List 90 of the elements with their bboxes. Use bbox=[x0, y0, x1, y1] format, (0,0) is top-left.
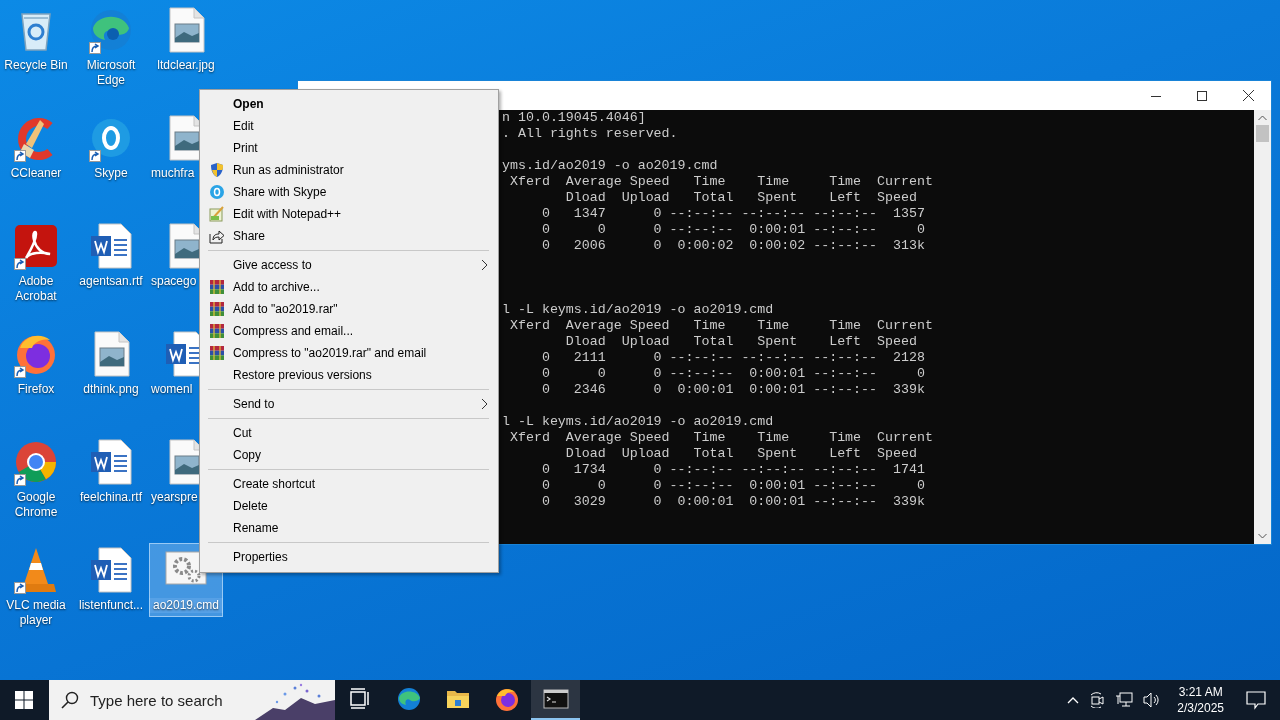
shortcut-arrow-icon bbox=[14, 474, 26, 486]
shortcut-arrow-icon bbox=[89, 150, 101, 162]
console-line: Dload Upload Total Spent Left Speed bbox=[564, 446, 918, 462]
menu-item[interactable]: Share bbox=[200, 225, 498, 247]
scroll-thumb[interactable] bbox=[1256, 125, 1269, 142]
scrollbar[interactable] bbox=[1254, 110, 1271, 544]
archive-icon bbox=[209, 345, 225, 361]
icon-label[interactable]: listenfunct... bbox=[74, 598, 148, 613]
menu-item[interactable]: Copy bbox=[200, 444, 498, 466]
icon-label[interactable]: ltdclear.jpg bbox=[149, 58, 223, 73]
menu-item[interactable]: Rename bbox=[200, 517, 498, 539]
notepad-icon bbox=[209, 206, 225, 222]
taskbar-button[interactable] bbox=[531, 680, 580, 720]
console-line: 0 2346 0 0:00:01 0:00:01 --:--:-- 339k bbox=[540, 382, 926, 398]
menu-item[interactable]: Edit bbox=[200, 115, 498, 137]
console-line: 0 2006 0 0:00:02 0:00:02 --:--:-- 313k bbox=[540, 238, 926, 254]
menu-item[interactable]: Give access to bbox=[200, 254, 498, 276]
swirl-logo-icon bbox=[395, 686, 422, 712]
fox-logo-icon bbox=[493, 686, 520, 712]
console-line: Xferd Average Speed Time Time Time Current bbox=[508, 174, 934, 190]
menu-item[interactable]: Restore previous versions bbox=[200, 364, 498, 386]
network-icon[interactable] bbox=[1115, 692, 1134, 708]
console-line: Dload Upload Total Spent Left Speed bbox=[564, 334, 918, 350]
console-line: 0 0 0 --:--:-- 0:00:01 --:--:-- 0 bbox=[540, 478, 926, 494]
menu-item[interactable]: Print bbox=[200, 137, 498, 159]
shortcut-arrow-icon bbox=[14, 258, 26, 270]
icon-label[interactable]: Google Chrome bbox=[0, 490, 73, 520]
speaker-icon[interactable] bbox=[1143, 692, 1162, 708]
menu-item[interactable]: Run as administrator bbox=[200, 159, 498, 181]
console-line: yms.id/ao2019 -o ao2019.cmd bbox=[502, 158, 719, 174]
clock-date: 2/3/2025 bbox=[1177, 700, 1224, 716]
menu-item[interactable]: Compress to "ao2019.rar" and email bbox=[200, 342, 498, 364]
icon-label[interactable]: Skype bbox=[74, 166, 148, 181]
icon-label[interactable]: dthink.png bbox=[74, 382, 148, 397]
console-line: Xferd Average Speed Time Time Time Current bbox=[508, 318, 934, 334]
share-icon bbox=[209, 228, 225, 244]
menu-item[interactable]: Add to "ao2019.rar" bbox=[200, 298, 498, 320]
menu-item[interactable]: Add to archive... bbox=[200, 276, 498, 298]
icon-label[interactable]: Adobe Acrobat bbox=[0, 274, 73, 304]
console-line: l -L keyms.id/ao2019 -o ao2019.cmd bbox=[502, 414, 775, 430]
console-line: Xferd Average Speed Time Time Time Current bbox=[508, 430, 934, 446]
icon-label[interactable]: agentsan.rtf bbox=[74, 274, 148, 289]
console-line: 0 2111 0 --:--:-- --:--:-- --:--:-- 2128 bbox=[540, 350, 926, 366]
console-line: 0 1347 0 --:--:-- --:--:-- --:--:-- 1357 bbox=[540, 206, 926, 222]
clock-time: 3:21 AM bbox=[1178, 684, 1223, 700]
icon-label[interactable]: VLC media player bbox=[0, 598, 73, 628]
menu-item[interactable]: Delete bbox=[200, 495, 498, 517]
menu-item[interactable]: Compress and email... bbox=[200, 320, 498, 342]
console-line: n 10.0.19045.4046] bbox=[502, 110, 647, 126]
console-line: l -L keyms.id/ao2019 -o ao2019.cmd bbox=[502, 302, 775, 318]
shield-icon bbox=[209, 162, 225, 178]
archive-icon bbox=[209, 301, 225, 317]
chevron-right-icon bbox=[481, 259, 488, 271]
search-bar[interactable]: Type here to search bbox=[49, 680, 335, 720]
icon-label[interactable]: CCleaner bbox=[0, 166, 73, 181]
terminal-icon bbox=[542, 686, 569, 712]
clock[interactable]: 3:21 AM 2/3/2025 bbox=[1177, 684, 1224, 716]
pdf-logo-icon[interactable] bbox=[12, 222, 60, 270]
console-line: . All rights reserved. bbox=[502, 126, 679, 142]
menu-item[interactable]: Create shortcut bbox=[200, 473, 498, 495]
menu-item[interactable]: Open bbox=[200, 93, 498, 115]
console-line: 0 3029 0 0:00:01 0:00:01 --:--:-- 339k bbox=[540, 494, 926, 510]
menu-item[interactable]: Send to bbox=[200, 393, 498, 415]
search-icon bbox=[61, 691, 79, 709]
chat-logo-icon bbox=[209, 184, 225, 200]
maximize-icon bbox=[1197, 90, 1207, 101]
shortcut-arrow-icon bbox=[14, 366, 26, 378]
console-line: 0 0 0 --:--:-- 0:00:01 --:--:-- 0 bbox=[540, 366, 926, 382]
console-line: 0 0 0 --:--:-- 0:00:01 --:--:-- 0 bbox=[540, 222, 926, 238]
icon-label[interactable]: feelchina.rtf bbox=[74, 490, 148, 505]
console-line: 0 1734 0 --:--:-- --:--:-- --:--:-- 1741 bbox=[540, 462, 926, 478]
camera-icon[interactable] bbox=[1089, 692, 1106, 708]
windows-logo-icon bbox=[15, 691, 33, 709]
search-field[interactable]: Type here to search bbox=[88, 690, 272, 710]
icon-label[interactable]: Firefox bbox=[0, 382, 73, 397]
chevron-up-icon[interactable] bbox=[1067, 696, 1080, 704]
console-line: Dload Upload Total Spent Left Speed bbox=[564, 190, 918, 206]
menu-item[interactable]: Edit with Notepad++ bbox=[200, 203, 498, 225]
icon-label[interactable]: Microsoft Edge bbox=[74, 58, 148, 88]
chevron-right-icon bbox=[481, 398, 488, 410]
menu-item[interactable]: Share with Skype bbox=[200, 181, 498, 203]
archive-icon bbox=[209, 323, 225, 339]
shortcut-arrow-icon bbox=[89, 42, 101, 54]
archive-icon bbox=[209, 279, 225, 295]
icon-label[interactable]: Recycle Bin bbox=[0, 58, 73, 73]
notification-icon[interactable] bbox=[1246, 690, 1266, 710]
close-icon bbox=[1242, 90, 1254, 101]
shortcut-arrow-icon bbox=[14, 582, 26, 594]
menu-item[interactable]: Cut bbox=[200, 422, 498, 444]
shortcut-arrow-icon bbox=[14, 150, 26, 162]
